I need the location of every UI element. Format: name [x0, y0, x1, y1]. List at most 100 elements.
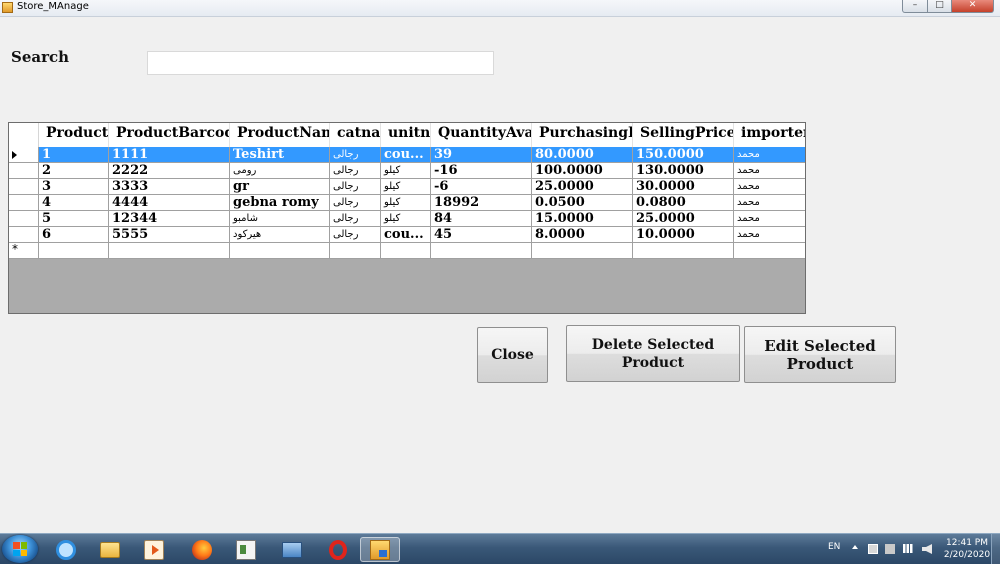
table-row[interactable]: 3 3333 gr رجالى كيلو -6 25.0000 30.0000 محمد — [9, 179, 805, 195]
language-indicator[interactable]: EN — [828, 542, 840, 552]
show-desktop-button[interactable] — [991, 534, 1000, 564]
table-cell[interactable]: رومى — [230, 163, 330, 179]
products-grid[interactable]: ProductIdProductBarcodeProductNamecatnam… — [8, 122, 806, 314]
table-cell[interactable]: 18992 — [431, 195, 532, 211]
start-button[interactable] — [2, 535, 38, 563]
column-header[interactable]: QuantityAvailable — [431, 123, 532, 147]
table-cell[interactable]: 2222 — [109, 163, 230, 179]
table-cell[interactable]: 150.0000 — [633, 147, 734, 163]
table-cell[interactable]: Teshirt — [230, 147, 330, 163]
taskbar-remote-desktop[interactable] — [272, 537, 312, 562]
table-cell[interactable]: 1 — [39, 147, 109, 163]
table-cell[interactable] — [431, 243, 532, 259]
column-header[interactable]: SellingPrice — [633, 123, 734, 147]
table-cell[interactable]: رجالى — [330, 211, 381, 227]
table-cell[interactable]: هيركود — [230, 227, 330, 243]
table-cell[interactable]: 130.0000 — [633, 163, 734, 179]
table-cell[interactable] — [109, 243, 230, 259]
table-cell[interactable] — [381, 243, 431, 259]
column-header[interactable]: PurchasingPrice — [532, 123, 633, 147]
taskbar-opera[interactable] — [318, 537, 358, 562]
table-row[interactable]: 2 2222 رومى رجالى كيلو -16 100.0000 130.0000 محم… — [9, 163, 805, 179]
row-header[interactable] — [9, 179, 39, 195]
minimize-button[interactable]: – — [902, 0, 928, 13]
table-cell[interactable]: محمد — [734, 195, 805, 211]
action-center-flag-icon[interactable] — [868, 544, 878, 554]
table-cell[interactable]: 10.0000 — [633, 227, 734, 243]
column-header[interactable]: unitname — [381, 123, 431, 147]
table-cell[interactable]: شامبو — [230, 211, 330, 227]
network-icon[interactable] — [885, 544, 895, 554]
table-cell[interactable]: 5555 — [109, 227, 230, 243]
signal-bars-icon[interactable] — [903, 544, 915, 553]
taskbar-file-explorer[interactable] — [90, 537, 130, 562]
table-row[interactable]: 5 12344 شامبو رجالى كيلو 84 15.0000 25.0000 محمد — [9, 211, 805, 227]
table-cell[interactable]: 2 — [39, 163, 109, 179]
row-header[interactable] — [9, 211, 39, 227]
show-hidden-icons-icon[interactable] — [852, 545, 858, 549]
column-header[interactable]: ProductBarcode — [109, 123, 230, 147]
table-cell[interactable]: 25.0000 — [633, 211, 734, 227]
table-cell[interactable] — [633, 243, 734, 259]
taskbar-media-player[interactable] — [134, 537, 174, 562]
table-cell[interactable]: محمد — [734, 211, 805, 227]
search-input[interactable] — [147, 51, 494, 75]
table-row[interactable]: 1 1111 Teshirt رجالى cou... 39 80.0000 150.0000… — [9, 147, 805, 163]
table-cell[interactable]: 100.0000 — [532, 163, 633, 179]
column-header[interactable]: ProductId — [39, 123, 109, 147]
table-cell[interactable] — [230, 243, 330, 259]
clock[interactable]: 12:41 PM 2/20/2020 — [938, 537, 996, 561]
table-cell[interactable]: 3 — [39, 179, 109, 195]
table-cell[interactable]: 0.0500 — [532, 195, 633, 211]
table-cell[interactable]: 80.0000 — [532, 147, 633, 163]
taskbar-form-app[interactable] — [226, 537, 266, 562]
taskbar-firefox[interactable] — [182, 537, 222, 562]
new-row[interactable]: * — [9, 242, 805, 259]
table-cell[interactable]: كيلو — [381, 163, 431, 179]
table-cell[interactable]: كيلو — [381, 179, 431, 195]
close-button[interactable]: Close — [477, 327, 548, 383]
row-header[interactable] — [9, 147, 39, 163]
taskbar-internet-explorer[interactable] — [46, 537, 86, 562]
table-row[interactable]: 6 5555 هيركود رجالى cou... 45 8.0000 10.0000 محم… — [9, 227, 805, 243]
table-cell[interactable]: رجالى — [330, 147, 381, 163]
table-cell[interactable]: 4444 — [109, 195, 230, 211]
table-cell[interactable]: رجالى — [330, 179, 381, 195]
table-cell[interactable]: محمد — [734, 163, 805, 179]
table-cell[interactable]: محمد — [734, 147, 805, 163]
table-cell[interactable]: محمد — [734, 227, 805, 243]
column-header[interactable]: importer — [734, 123, 805, 147]
edit-selected-product-button[interactable]: Edit Selected Product — [744, 326, 896, 383]
table-cell[interactable]: 1111 — [109, 147, 230, 163]
table-cell[interactable]: -6 — [431, 179, 532, 195]
grid-corner-header[interactable] — [9, 123, 39, 147]
table-cell[interactable]: cou... — [381, 227, 431, 243]
row-header[interactable] — [9, 195, 39, 211]
table-cell[interactable]: 39 — [431, 147, 532, 163]
close-window-button[interactable]: ✕ — [952, 0, 994, 13]
table-cell[interactable]: cou... — [381, 147, 431, 163]
table-cell[interactable] — [532, 243, 633, 259]
table-cell[interactable]: gebna romy — [230, 195, 330, 211]
table-cell[interactable]: رجالى — [330, 227, 381, 243]
table-cell[interactable] — [330, 243, 381, 259]
table-cell[interactable]: 3333 — [109, 179, 230, 195]
taskbar-store-manage[interactable] — [360, 537, 400, 562]
table-cell[interactable]: 45 — [431, 227, 532, 243]
table-cell[interactable]: محمد — [734, 179, 805, 195]
table-cell[interactable]: كيلو — [381, 195, 431, 211]
column-header[interactable]: catname — [330, 123, 381, 147]
table-cell[interactable] — [734, 243, 805, 259]
table-cell[interactable]: -16 — [431, 163, 532, 179]
row-header[interactable] — [9, 163, 39, 179]
table-cell[interactable]: 15.0000 — [532, 211, 633, 227]
table-cell[interactable]: 30.0000 — [633, 179, 734, 195]
table-cell[interactable]: 12344 — [109, 211, 230, 227]
table-cell[interactable]: كيلو — [381, 211, 431, 227]
row-header[interactable]: * — [9, 242, 39, 259]
table-cell[interactable] — [39, 243, 109, 259]
table-row[interactable]: 4 4444 gebna romy رجالى كيلو 18992 0.0500 0.080… — [9, 195, 805, 211]
row-header[interactable] — [9, 227, 39, 243]
delete-selected-product-button[interactable]: Delete Selected Product — [566, 325, 740, 382]
column-header[interactable]: ProductName — [230, 123, 330, 147]
